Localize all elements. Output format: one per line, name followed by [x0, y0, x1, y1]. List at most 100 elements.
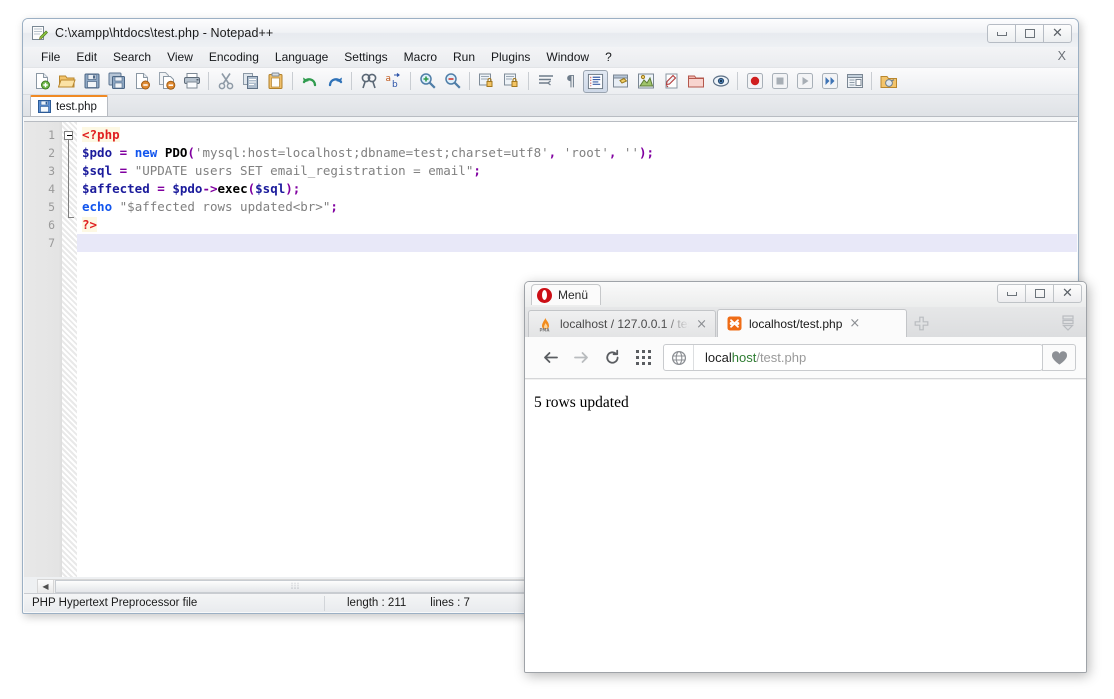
- toolbar-separator: [208, 72, 209, 90]
- menu-macro[interactable]: Macro: [396, 48, 445, 67]
- browser-tab-label: localhost/test.php: [749, 317, 842, 331]
- menu-language[interactable]: Language: [267, 48, 336, 67]
- browser-tab-test-php[interactable]: localhost/test.php ×: [717, 309, 907, 337]
- menu-run[interactable]: Run: [445, 48, 483, 67]
- code-folding-margin[interactable]: [62, 122, 77, 577]
- line-number-gutter: 1 2 3 4 5 6 7: [24, 122, 62, 577]
- save-macro-icon[interactable]: [842, 70, 867, 93]
- address-bar-url[interactable]: localhost/test.php: [694, 350, 806, 365]
- document-map-icon[interactable]: [708, 70, 733, 93]
- opera-titlebar[interactable]: Menü ✕: [525, 282, 1086, 307]
- copy-icon[interactable]: [238, 70, 263, 93]
- line-number: 1: [24, 126, 55, 144]
- code-token: [157, 145, 165, 160]
- sync-horizontal-scroll-icon[interactable]: [499, 70, 524, 93]
- code-token: [112, 145, 120, 160]
- notepad-window-controls: ✕: [987, 24, 1072, 43]
- globe-security-icon[interactable]: [664, 345, 694, 370]
- menu-plugins[interactable]: Plugins: [483, 48, 538, 67]
- minimize-button[interactable]: [997, 284, 1026, 303]
- print-icon[interactable]: [179, 70, 204, 93]
- word-wrap-icon[interactable]: [533, 70, 558, 93]
- code-token: [616, 145, 624, 160]
- status-length: length : 211: [325, 594, 414, 613]
- back-arrow-icon[interactable]: [535, 343, 566, 373]
- svg-text:b: b: [392, 80, 398, 90]
- show-indent-guide-icon[interactable]: [583, 70, 608, 93]
- restore-button[interactable]: [1015, 24, 1044, 43]
- close-button[interactable]: ✕: [1043, 24, 1072, 43]
- scrollbar-grip-icon: ⦙⦙⦙: [291, 581, 300, 592]
- cut-icon[interactable]: [213, 70, 238, 93]
- notepad-plus-plus-icon: [31, 25, 48, 42]
- user-defined-language-icon[interactable]: [608, 70, 633, 93]
- fold-range-line: [68, 140, 69, 218]
- menu-window[interactable]: Window: [538, 48, 597, 67]
- zoom-in-icon[interactable]: [415, 70, 440, 93]
- new-tab-button[interactable]: [908, 310, 934, 337]
- menu-encoding[interactable]: Encoding: [201, 48, 267, 67]
- menu-view[interactable]: View: [159, 48, 201, 67]
- record-macro-icon[interactable]: [742, 70, 767, 93]
- tab-close-icon[interactable]: ×: [696, 317, 707, 332]
- fold-collapse-icon[interactable]: [64, 131, 73, 140]
- scroll-left-icon[interactable]: ◀: [38, 580, 54, 593]
- highlight-icon[interactable]: [658, 70, 683, 93]
- tab-stack-icon[interactable]: [1058, 313, 1078, 333]
- menu-edit[interactable]: Edit: [68, 48, 105, 67]
- menu-help[interactable]: ?: [597, 48, 620, 67]
- toolbar-separator: [737, 72, 738, 90]
- opera-menu-button[interactable]: Menü: [531, 284, 601, 305]
- close-file-icon[interactable]: [129, 70, 154, 93]
- close-document-button[interactable]: X: [1058, 49, 1066, 63]
- window-title: C:\xampp\htdocs\test.php - Notepad++: [55, 26, 273, 40]
- find-icon[interactable]: [356, 70, 381, 93]
- line-number: 2: [24, 144, 55, 162]
- line-number: 4: [24, 180, 55, 198]
- reload-icon[interactable]: [597, 343, 628, 373]
- forward-arrow-icon[interactable]: [566, 343, 597, 373]
- menu-settings[interactable]: Settings: [336, 48, 395, 67]
- minimize-icon: [1007, 292, 1017, 296]
- open-file-icon[interactable]: [54, 70, 79, 93]
- redo-icon[interactable]: [322, 70, 347, 93]
- page-result-text: 5 rows updated: [534, 394, 1086, 412]
- show-all-characters-icon[interactable]: ¶: [558, 70, 583, 93]
- tab-close-icon[interactable]: ×: [849, 316, 860, 331]
- zoom-out-icon[interactable]: [440, 70, 465, 93]
- speed-dial-grid-icon[interactable]: [628, 343, 659, 373]
- menu-file[interactable]: File: [33, 48, 68, 67]
- stop-recording-icon[interactable]: [767, 70, 792, 93]
- svg-text:PMA: PMA: [540, 327, 551, 332]
- document-tab-test-php[interactable]: test.php: [30, 95, 108, 116]
- close-all-files-icon[interactable]: [154, 70, 179, 93]
- browser-tab-phpmyadmin[interactable]: PMA localhost / 127.0.0.1 / test ×: [528, 310, 716, 337]
- address-bar[interactable]: localhost/test.php: [663, 344, 1043, 371]
- save-all-icon[interactable]: [104, 70, 129, 93]
- run-macro-multiple-icon[interactable]: [817, 70, 842, 93]
- restore-button[interactable]: [1025, 284, 1054, 303]
- scrollbar-thumb[interactable]: ⦙⦙⦙: [55, 580, 536, 593]
- line-number: 5: [24, 198, 55, 216]
- show-symbol-icon[interactable]: [633, 70, 658, 93]
- close-icon: ✕: [1062, 287, 1073, 300]
- save-icon[interactable]: [79, 70, 104, 93]
- editor-horizontal-scrollbar[interactable]: ◀ ⦙⦙⦙: [37, 579, 538, 594]
- run-icon[interactable]: [876, 70, 901, 93]
- play-macro-icon[interactable]: [792, 70, 817, 93]
- new-file-icon[interactable]: [29, 70, 54, 93]
- minimize-button[interactable]: [987, 24, 1016, 43]
- folder-as-workspace-icon[interactable]: [683, 70, 708, 93]
- sync-vertical-scroll-icon[interactable]: [474, 70, 499, 93]
- close-button[interactable]: ✕: [1053, 284, 1082, 303]
- paste-icon[interactable]: [263, 70, 288, 93]
- status-lines: lines : 7: [414, 594, 478, 613]
- line-number: 3: [24, 162, 55, 180]
- replace-icon[interactable]: ab: [381, 70, 406, 93]
- notepad-titlebar[interactable]: C:\xampp\htdocs\test.php - Notepad++ ✕: [23, 19, 1078, 47]
- undo-icon[interactable]: [297, 70, 322, 93]
- heart-bookmark-icon[interactable]: [1042, 344, 1076, 371]
- url-host-part-b: host: [732, 350, 757, 365]
- opera-browser-window: Menü ✕ PMA localhost / 127.0.0.1 / test …: [524, 281, 1087, 673]
- menu-search[interactable]: Search: [105, 48, 159, 67]
